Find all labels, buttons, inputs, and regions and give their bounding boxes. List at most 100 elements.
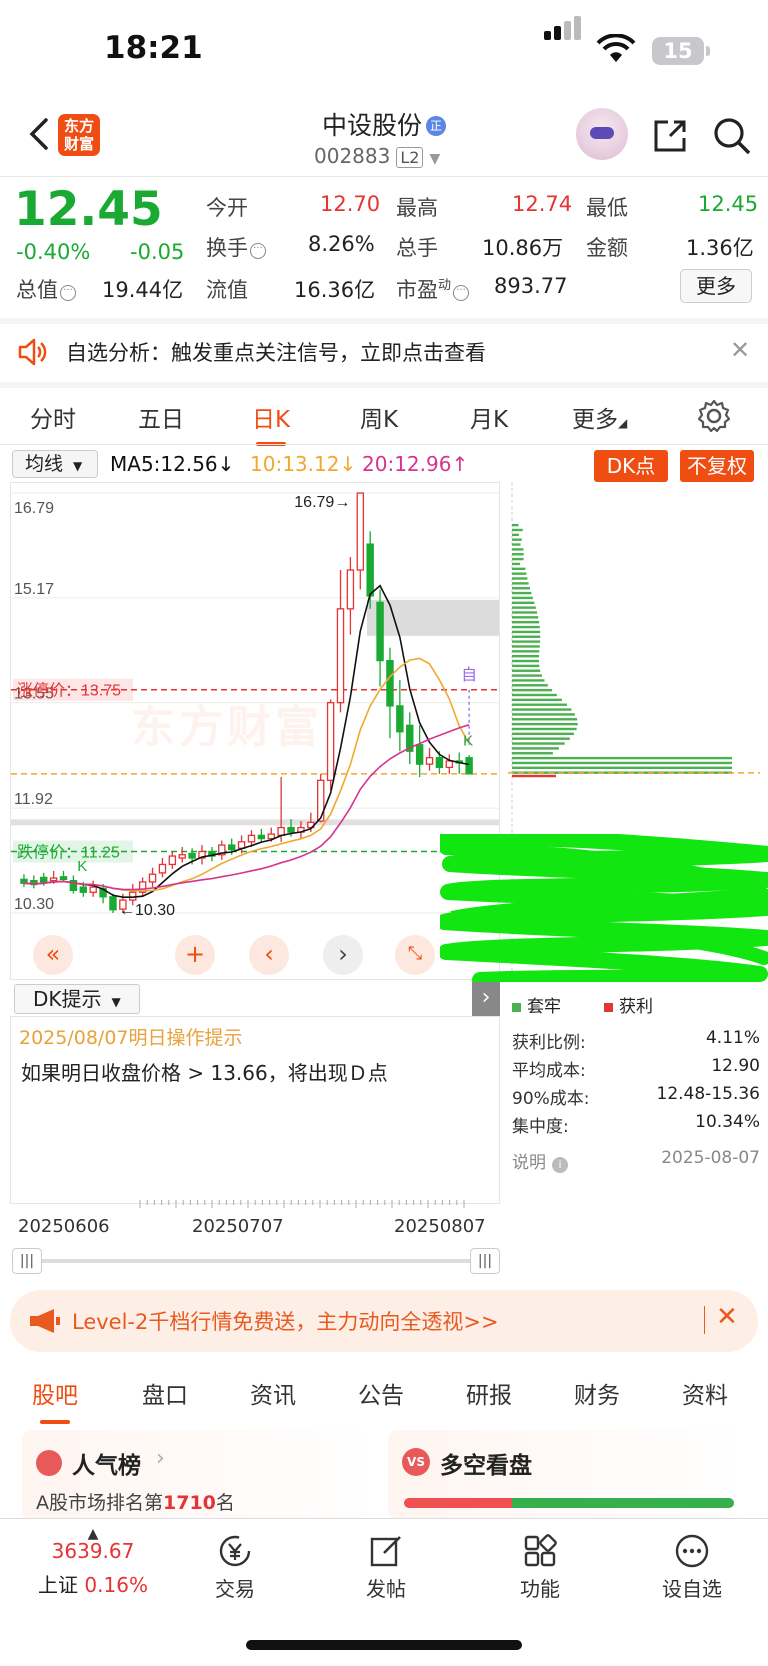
range-scrollbar[interactable]: ||| ||| [12,1248,500,1274]
dk-tip-selector[interactable]: DK提示 ▼ [14,984,140,1014]
chip-bar [512,660,539,662]
chip-bar [512,548,523,550]
candle-body [357,493,363,570]
yen-cycle-icon [217,1533,253,1569]
prev-button[interactable]: ‹ [249,935,289,975]
open-value: 12.70 [320,192,380,216]
bull-bar [404,1498,512,1508]
settings-gear-icon[interactable] [696,398,732,434]
expand-arrow-icon[interactable]: › [472,982,500,1016]
chip-bar [512,543,520,545]
divider [0,444,768,445]
quote-panel: 12.45 -0.40% -0.05 今开 12.70 最高 12.74 最低 … [0,176,768,316]
candle-body [288,828,294,833]
trade-button[interactable]: 交易 [185,1533,285,1602]
add-watchlist-button[interactable]: 设自选 [642,1533,742,1602]
dk-tip-date: 2025/08/07明日操作提示 [19,1023,243,1050]
turnover-label[interactable]: 换手 ··· [206,232,266,262]
tab-weekly-k[interactable]: 周K [360,400,398,434]
popularity-title: 人气榜 [72,1446,141,1480]
high-label: 最高 [396,192,438,222]
dk-tip-message: 如果明日收盘价格 > 13.66，将出现Ｄ点 [21,1057,388,1086]
chip-bar [512,704,567,706]
pe-label[interactable]: 市盈动 ··· [396,274,469,304]
chip-bar [512,621,539,623]
chip-stats: 套牢 获利 获利比例: 4.11% 平均成本: 12.90 90%成本: 12.48-… [508,986,760,1186]
crosshair-button[interactable]: + [175,935,215,975]
tab-news[interactable]: 资讯 [250,1376,296,1410]
stock-code: 002883 [314,144,390,168]
level2-promo-banner[interactable]: Level-2千档行情免费送，主力动向全透视>> ✕ [10,1290,758,1352]
dk-tip-row: DK提示 ▼ › [10,982,500,1016]
market-cap-label[interactable]: 总值 ··· [16,274,76,304]
chip-bar [512,757,732,759]
analysis-alert[interactable]: 自选分析：触发重点关注信号，立即点击查看 ✕ [0,322,768,382]
dk-point-button[interactable]: DK点 [594,450,668,482]
candle-body [337,609,343,703]
green-scribble-overlay [440,834,768,982]
tab-monthly-k[interactable]: 月K [470,400,508,434]
legend-profit: 获利 [604,992,653,1017]
tab-order-book[interactable]: 盘口 [142,1376,188,1410]
index-widget[interactable]: ▲ 3639.67 上证 0.16% [18,1529,168,1598]
chevron-right-icon: › [156,1446,165,1471]
popularity-card[interactable]: 人气榜 › A股市场排名第1710名 [22,1430,378,1520]
tab-daily-k[interactable]: 日K [252,400,290,434]
ma-selector[interactable]: 均线 ▼ [12,450,98,478]
chip-bar [512,650,539,652]
chip-bar [512,558,524,560]
search-icon[interactable] [712,116,752,156]
candle-body [466,758,472,774]
regular-badge: 正 [426,116,446,136]
next-button[interactable]: › [323,935,363,975]
k-marker: K [77,858,87,875]
kline-chart[interactable]: 16.7915.1713.5511.9210.30涨停价：13.75跌停价：11… [10,482,500,980]
chip-bar [512,529,523,531]
info-icon: ··· [453,285,469,301]
tab-guba[interactable]: 股吧 [32,1376,78,1410]
index-change: 0.16% [84,1573,148,1597]
close-icon[interactable]: ✕ [730,336,750,364]
cost-90-row: 90%成本: 12.48-15.36 [512,1084,760,1108]
chip-bar [512,572,526,574]
functions-button[interactable]: 功能 [490,1533,590,1602]
promo-text: Level-2千档行情免费送，主力动向全透视>> [72,1306,499,1336]
market-cap-value: 19.44亿 [102,274,183,304]
tab-five-day[interactable]: 五日 [138,400,184,434]
status-bar: 18:21 15 [0,0,768,100]
y-tick-label: 15.17 [14,581,54,598]
date-mid: 20250707 [192,1216,284,1237]
tab-research[interactable]: 研报 [466,1376,512,1410]
share-icon[interactable] [650,116,690,156]
tab-more[interactable]: 更多◢ [572,400,627,434]
explain-row[interactable]: 说明 i 2025-08-07 [512,1148,760,1172]
chip-bar [512,655,539,657]
tab-profile[interactable]: 资料 [682,1376,728,1410]
stock-code-row[interactable]: 002883 L2 ▼ [314,144,440,168]
more-button[interactable]: 更多 [680,269,752,303]
battery-icon: 15 [652,37,704,65]
assistant-avatar[interactable] [576,108,628,160]
ma10-value: 10:13.12↓ [250,452,356,476]
float-cap-label: 流值 [206,274,248,304]
fullscreen-button[interactable]: ⤡ [395,935,435,975]
tab-intraday[interactable]: 分时 [30,400,76,434]
limit-up-label: 涨停价：13.75 [17,682,121,700]
candle-body [130,892,136,900]
profit-ratio-row: 获利比例: 4.11% [512,1028,760,1052]
home-indicator [246,1640,522,1650]
adjust-button[interactable]: 不复权 [680,450,754,482]
post-button[interactable]: 发帖 [336,1533,436,1602]
candle-body [51,878,57,881]
watermark: 东方财富 [131,691,323,755]
tab-finance[interactable]: 财务 [574,1376,620,1410]
min-price-label: ←10.30 [119,902,175,919]
chip-bar [512,611,537,613]
tab-announcements[interactable]: 公告 [358,1376,404,1410]
change-percent: -0.40% [16,240,90,264]
scroll-left-fast-button[interactable]: « [33,935,73,975]
bull-bear-card[interactable]: VS 多空看盘 [388,1430,748,1520]
chip-bar [512,577,527,579]
chart-period-tabs: 分时 五日 日K 周K 月K 更多◢ [0,388,768,444]
close-icon[interactable]: ✕ [716,1302,738,1332]
